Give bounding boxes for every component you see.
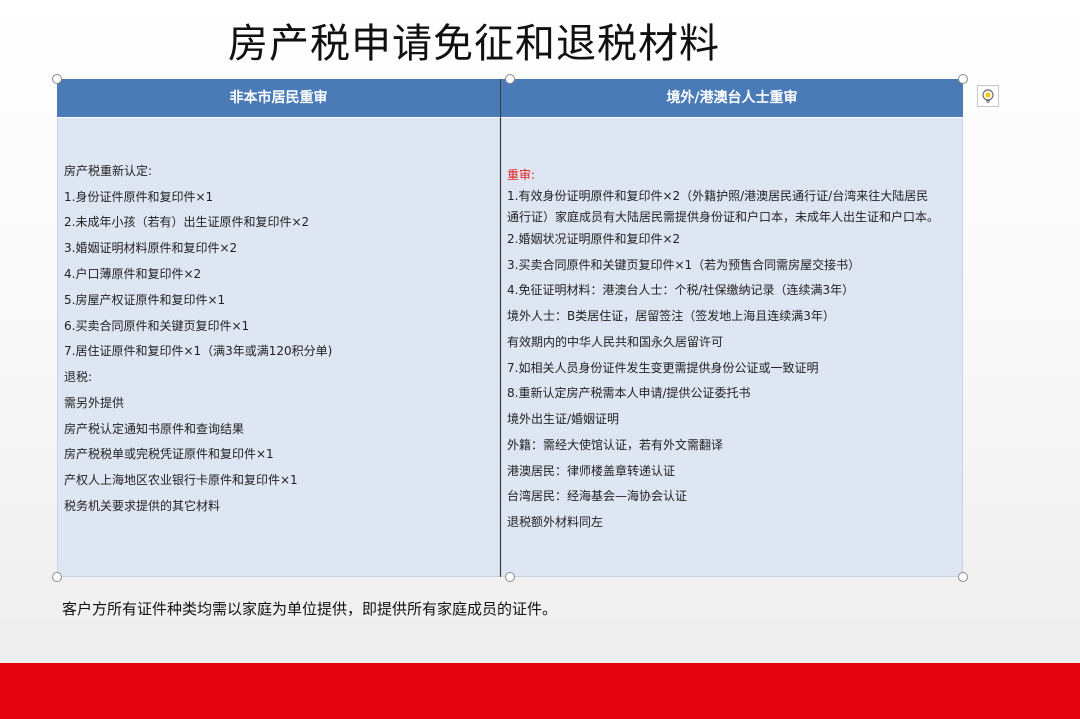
resize-handle-top-left[interactable] [52,74,62,84]
list-item: 税务机关要求提供的其它材料 [64,499,221,513]
materials-table[interactable]: 非本市居民重审 房产税重新认定: 1.身份证件原件和复印件×1 2.未成年小孩（… [57,79,963,577]
slide-title: 房产税申请免征和退税材料 [228,21,720,67]
list-item: 7.居住证原件和复印件×1（满3年或满120积分单) [64,344,333,358]
list-item: 1.身份证件原件和复印件×1 [64,190,214,204]
list-item: 2.婚姻状况证明原件和复印件×2 [507,232,681,246]
list-item: 4.免征证明材料：港澳台人士：个税/社保缴纳记录（连续满3年） [507,283,855,297]
list-item: 重审: [507,168,536,182]
list-item: 需另外提供 [64,396,125,410]
list-item: 通行证）家庭成员有大陆居民需提供身份证和户口本，未成年人出生证和户口本。 [507,210,940,224]
resize-handle-top-right[interactable] [958,74,968,84]
column-non-resident: 非本市居民重审 房产税重新认定: 1.身份证件原件和复印件×1 2.未成年小孩（… [57,79,500,577]
design-ideas-button[interactable] [977,85,999,107]
resize-handle-bottom-right[interactable] [958,572,968,582]
list-item: 3.婚姻证明材料原件和复印件×2 [64,241,238,255]
list-item: 5.房屋产权证原件和复印件×1 [64,293,226,307]
list-item: 房产税重新认定: [64,164,153,178]
list-item: 退税: [64,370,93,384]
list-item: 3.买卖合同原件和关键页复印件×1（若为预售合同需房屋交接书） [507,258,861,272]
list-item: 2.未成年小孩（若有）出生证原件和复印件×2 [64,215,310,229]
list-item: 有效期内的中华人民共和国永久居留许可 [507,335,724,349]
list-item: 港澳居民：律师楼盖章转递认证 [507,464,676,478]
list-item: 台湾居民：经海基会—海协会认证 [507,489,688,503]
column-header-non-resident: 非本市居民重审 [57,79,500,118]
resize-handle-bottom-middle[interactable] [505,572,515,582]
list-item: 4.户口薄原件和复印件×2 [64,267,202,281]
column-overseas: 境外/港澳台人士重审 重审: 1.有效身份证明原件和复印件×2（外籍护照/港澳居… [501,79,963,577]
column-header-overseas: 境外/港澳台人士重审 [501,79,963,118]
list-item: 7.如相关人员身份证件发生变更需提供身份公证或一致证明 [507,361,819,375]
list-item: 1.有效身份证明原件和复印件×2（外籍护照/港澳居民通行证/台湾来往大陆居民 [507,189,929,203]
list-item: 外籍：需经大使馆认证，若有外文需翻译 [507,438,724,452]
list-item: 退税额外材料同左 [507,515,604,529]
list-item: 房产税税单或完税凭证原件和复印件×1 [64,447,274,461]
list-item: 6.买卖合同原件和关键页复印件×1 [64,319,250,333]
list-item: 境外出生证/婚姻证明 [507,412,620,426]
footnote: 客户方所有证件种类均需以家庭为单位提供，即提供所有家庭成员的证件。 [62,600,558,618]
footer-red-band [0,663,1080,719]
lightbulb-icon [982,89,994,103]
list-item: 产权人上海地区农业银行卡原件和复印件×1 [64,473,298,487]
column-body-non-resident: 房产税重新认定: 1.身份证件原件和复印件×1 2.未成年小孩（若有）出生证原件… [57,118,500,577]
list-item: 境外人士：B类居住证，居留签注（签发地上海且连续满3年） [507,309,835,323]
column-body-overseas: 重审: 1.有效身份证明原件和复印件×2（外籍护照/港澳居民通行证/台湾来往大陆… [501,118,963,577]
resize-handle-bottom-left[interactable] [52,572,62,582]
list-item: 8.重新认定房产税需本人申请/提供公证委托书 [507,386,751,400]
resize-handle-top-middle[interactable] [505,74,515,84]
list-item: 房产税认定通知书原件和查询结果 [64,422,245,436]
